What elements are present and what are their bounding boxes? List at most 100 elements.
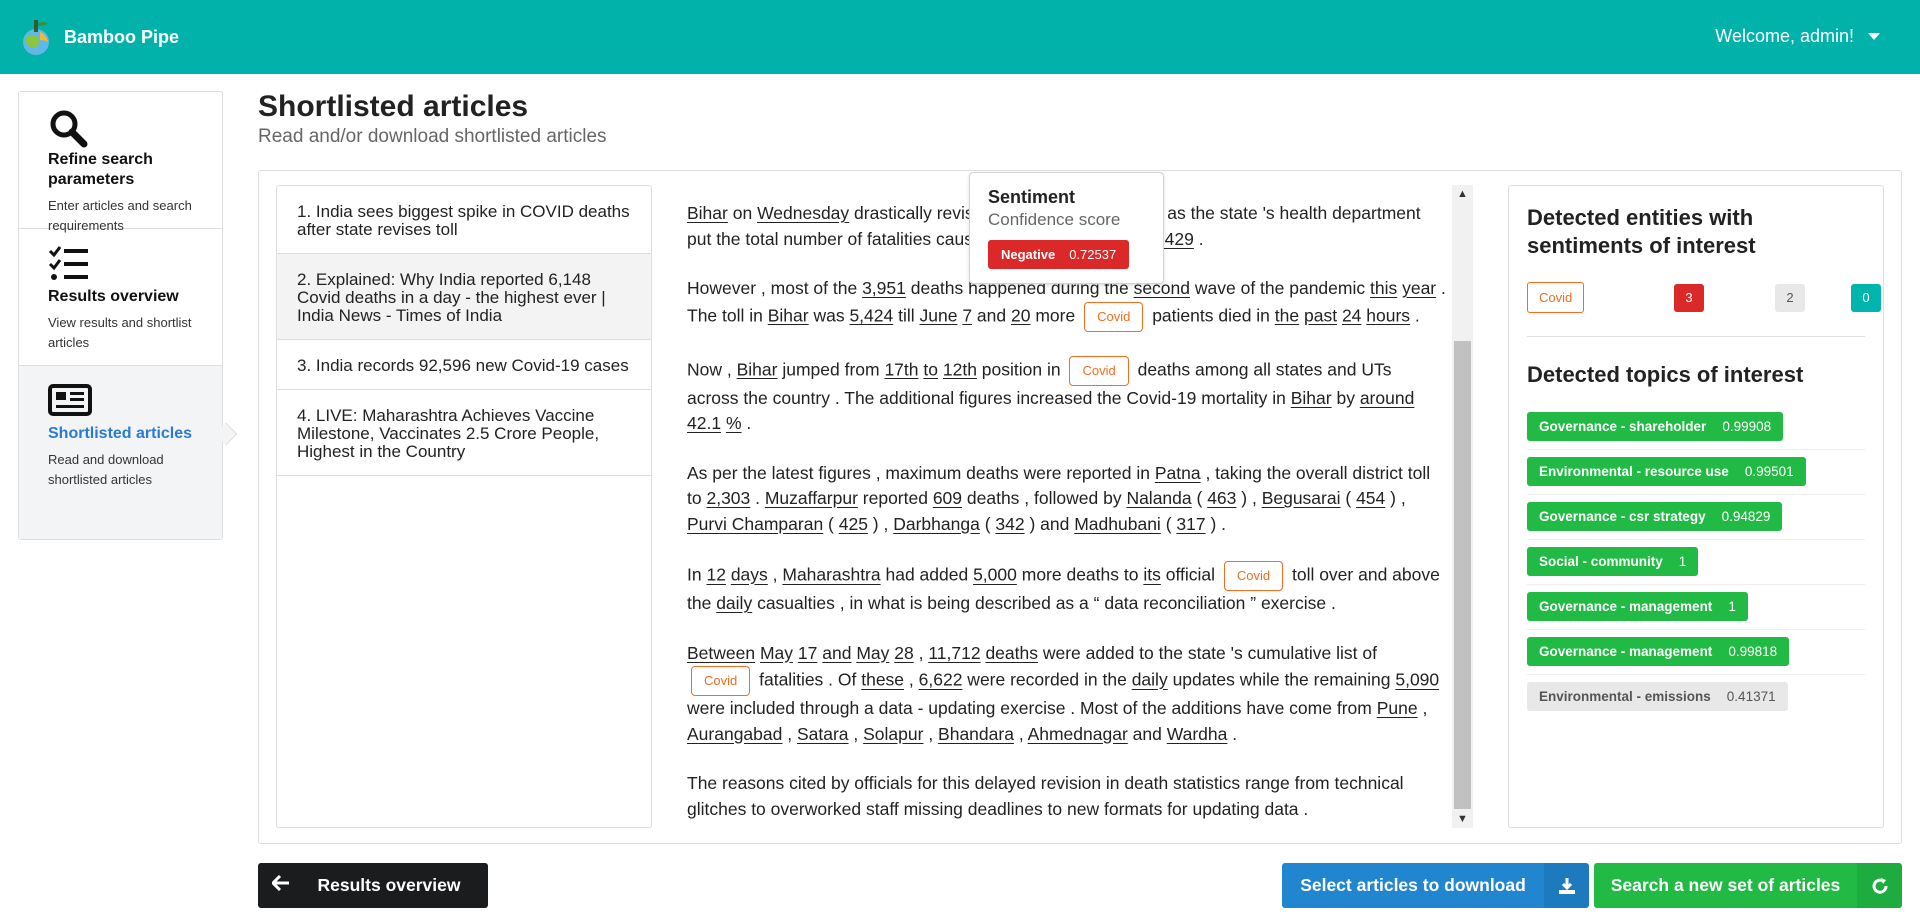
search-new-articles-button[interactable]: Search a new set of articles — [1594, 863, 1902, 908]
topic-row: Governance - management 1 — [1527, 585, 1865, 630]
highlighted-entity[interactable]: Satara — [797, 724, 849, 744]
highlighted-entity[interactable]: Bihar — [737, 359, 778, 379]
highlighted-entity[interactable]: 5,424 — [849, 305, 893, 325]
article-list-item[interactable]: 2. Explained: Why India reported 6,148 C… — [277, 254, 651, 340]
highlighted-entity[interactable]: daily — [716, 593, 752, 613]
results-overview-button[interactable]: Results overview — [258, 863, 488, 908]
highlighted-entity[interactable]: 454 — [1356, 488, 1385, 508]
highlighted-entity[interactable]: % — [726, 413, 742, 433]
highlighted-entity[interactable]: Bihar — [687, 203, 728, 223]
highlighted-entity[interactable]: 2,303 — [706, 488, 750, 508]
highlighted-entity[interactable]: around — [1360, 388, 1415, 408]
highlighted-entity[interactable]: Pune — [1377, 698, 1418, 718]
entity-tag-inline[interactable]: Covid — [1223, 561, 1284, 591]
scroll-up-icon[interactable]: ▲ — [1452, 185, 1473, 203]
highlighted-entity[interactable]: 24 — [1342, 305, 1361, 325]
brand[interactable]: Bamboo Pipe — [20, 18, 179, 56]
highlighted-entity[interactable]: 7 — [962, 305, 972, 325]
negative-count-badge: 3 — [1674, 284, 1704, 312]
highlighted-entity[interactable]: Bihar — [768, 305, 809, 325]
highlighted-entity[interactable]: days — [731, 565, 768, 585]
select-articles-download-button[interactable]: Select articles to download — [1282, 863, 1589, 908]
highlighted-entity[interactable]: May — [760, 643, 793, 663]
highlighted-entity[interactable]: year — [1402, 278, 1436, 298]
highlighted-entity[interactable]: Nalanda — [1126, 488, 1191, 508]
article-list-item[interactable]: 1. India sees biggest spike in COVID dea… — [277, 186, 651, 254]
sidebar-item-shortlisted-articles[interactable]: Shortlisted articles Read and download s… — [19, 366, 238, 539]
divider — [1527, 336, 1865, 337]
highlighted-entity[interactable]: 317 — [1176, 514, 1205, 534]
highlighted-entity[interactable]: Darbhanga — [893, 514, 980, 534]
sidebar-item-refine-search[interactable]: Refine search parameters Enter articles … — [19, 92, 222, 233]
highlighted-entity[interactable]: 11,712 — [928, 643, 980, 663]
app-name: Bamboo Pipe — [64, 26, 180, 47]
highlighted-entity[interactable]: deaths — [985, 643, 1038, 663]
highlighted-entity[interactable]: the — [1275, 305, 1299, 325]
highlighted-entity[interactable]: Wardha — [1167, 724, 1228, 744]
topic-name: Environmental - resource use — [1539, 464, 1729, 479]
highlighted-entity[interactable]: and — [822, 643, 851, 663]
highlighted-entity[interactable]: daily — [1132, 670, 1168, 690]
highlighted-entity[interactable]: 17 — [798, 643, 817, 663]
highlighted-entity[interactable]: Wednesday — [757, 203, 849, 223]
article-list-item[interactable]: 3. India records 92,596 new Covid-19 cas… — [277, 340, 651, 390]
tooltip-subtitle: Confidence score — [988, 210, 1121, 229]
topic-score: 1 — [1728, 599, 1736, 614]
highlighted-entity[interactable]: Bihar — [1291, 388, 1332, 408]
highlighted-entity[interactable]: June — [920, 305, 958, 325]
article-list-item[interactable]: 4. LIVE: Maharashtra Achieves Vaccine Mi… — [277, 390, 651, 476]
highlighted-entity[interactable]: 20 — [1011, 305, 1030, 325]
highlighted-entity[interactable]: 28 — [894, 643, 913, 663]
highlighted-entity[interactable]: Bhandara — [938, 724, 1014, 744]
highlighted-entity[interactable]: Maharashtra — [782, 565, 880, 585]
topic-badge: Environmental - resource use 0.99501 — [1527, 457, 1806, 486]
sentiment-score: 0.72537 — [1069, 247, 1117, 262]
highlighted-entity[interactable]: 5,000 — [973, 565, 1017, 585]
highlighted-entity[interactable]: 12 — [706, 565, 725, 585]
scrollbar-thumb[interactable] — [1454, 341, 1471, 809]
entity-tag-inline[interactable]: Covid — [1069, 355, 1129, 386]
topics-title: Detected topics of interest — [1527, 362, 1804, 387]
highlighted-entity[interactable]: 5,090 — [1395, 670, 1439, 690]
highlighted-entity[interactable]: 425 — [839, 514, 868, 534]
highlighted-entity[interactable]: to — [923, 359, 938, 379]
article-paragraph: Between May 17 and May 28 , 11,712 death… — [687, 642, 1440, 744]
entity-tag-inline[interactable]: Covid — [1084, 301, 1144, 332]
highlighted-entity[interactable]: 3,951 — [862, 278, 906, 298]
highlighted-entity[interactable]: 463 — [1207, 488, 1236, 508]
bamboo-logo-icon — [20, 18, 54, 56]
highlighted-entity[interactable]: Purvi Champaran — [687, 514, 823, 534]
entity-tag-inline[interactable]: Covid — [691, 666, 751, 696]
highlighted-entity[interactable]: 42.1 — [687, 413, 721, 433]
highlighted-entity[interactable]: 12th — [943, 359, 977, 379]
sidebar-item-desc: Read and download shortlisted articles — [48, 452, 164, 487]
highlighted-entity[interactable]: Begusarai — [1262, 488, 1341, 508]
entity-tag[interactable]: Covid — [1527, 282, 1585, 313]
sentiment-tooltip: Sentiment Confidence score Negative 0.72… — [969, 172, 1164, 284]
highlighted-entity[interactable]: Ahmednagar — [1028, 724, 1128, 744]
highlighted-entity[interactable]: 609 — [933, 488, 962, 508]
highlighted-entity[interactable]: Patna — [1155, 463, 1201, 483]
highlighted-entity[interactable]: 6,622 — [919, 670, 963, 690]
sidebar-item-results-overview[interactable]: Results overview View results and shortl… — [19, 229, 222, 366]
highlighted-entity[interactable]: Aurangabad — [687, 724, 782, 744]
highlighted-entity[interactable]: 342 — [995, 514, 1024, 534]
highlighted-entity[interactable]: Madhubani — [1074, 514, 1161, 534]
highlighted-entity[interactable]: 17th — [884, 359, 918, 379]
highlighted-entity[interactable]: Between — [687, 643, 755, 663]
user-menu[interactable]: Welcome, admin! — [1715, 26, 1880, 47]
topic-row: Environmental - emissions 0.41371 — [1527, 675, 1865, 719]
article-paragraph: The reasons cited by officials for this … — [687, 773, 1404, 819]
topic-name: Governance - csr strategy — [1539, 509, 1706, 524]
scroll-down-icon[interactable]: ▼ — [1452, 810, 1473, 828]
topic-badge: Social - community 1 — [1527, 547, 1699, 576]
highlighted-entity[interactable]: Muzaffarpur — [765, 488, 858, 508]
highlighted-entity[interactable]: these — [861, 670, 904, 690]
article-paragraph: As per the latest figures , maximum deat… — [687, 462, 1431, 534]
highlighted-entity[interactable]: past — [1304, 305, 1337, 325]
highlighted-entity[interactable]: May — [856, 643, 889, 663]
highlighted-entity[interactable]: its — [1143, 565, 1161, 585]
highlighted-entity[interactable]: hours — [1366, 305, 1410, 325]
highlighted-entity[interactable]: this — [1370, 278, 1397, 298]
highlighted-entity[interactable]: Solapur — [863, 724, 923, 744]
